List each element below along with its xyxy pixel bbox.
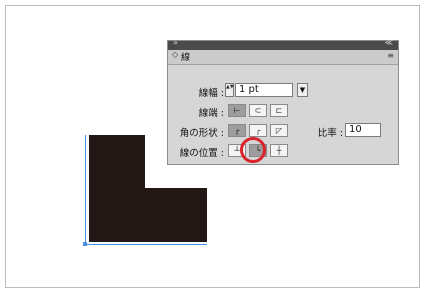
miter-join-button[interactable]: ┌ [228,124,246,137]
round-join-button[interactable]: ╭ [249,124,267,137]
weight-dropdown[interactable]: ▼ [297,83,308,97]
selected-path-vertical[interactable] [85,135,86,245]
panel-menu-icon[interactable]: ≡ [387,51,394,60]
panel-tab-row: ◇ 線 ≡ [168,50,398,65]
panel-titlebar[interactable]: » ≪ [168,38,398,50]
projecting-cap-button[interactable]: ⊏ [270,104,288,117]
limit-label: 比率 : [317,128,343,139]
weight-label: 線幅 : [198,88,224,99]
collapse-icon[interactable]: » [173,38,178,47]
expand-icon[interactable]: ≪ [385,38,393,47]
l-shape-horizontal[interactable] [89,188,207,242]
panel-options-toggle-icon[interactable]: ◇ [172,50,178,59]
selected-path-horizontal[interactable] [85,244,207,245]
weight-input[interactable]: 1 pt [235,83,293,97]
round-cap-button[interactable]: ⊂ [249,104,267,117]
bevel-join-button[interactable]: ◸ [270,124,288,137]
limit-input[interactable]: 10 [345,123,381,137]
butt-cap-button[interactable]: ⊢ [228,104,246,117]
cap-label: 線端 : [198,108,224,119]
align-outside-button[interactable]: ┼ [270,144,288,157]
artboard-canvas[interactable]: » ≪ ◇ 線 ≡ 線幅 : ▲▼ 1 pt ▼ 線端 : ⊢ ⊂ ⊏ 角の形状… [0,0,425,293]
anchor-point[interactable] [83,242,87,246]
tab-stroke[interactable]: 線 [181,50,190,63]
align-label: 線の位置 : [179,148,224,159]
corner-label: 角の形状 : [179,128,224,139]
highlight-ring [240,137,266,163]
stroke-panel: » ≪ ◇ 線 ≡ 線幅 : ▲▼ 1 pt ▼ 線端 : ⊢ ⊂ ⊏ 角の形状… [167,38,399,165]
weight-stepper[interactable]: ▲▼ [225,83,234,97]
